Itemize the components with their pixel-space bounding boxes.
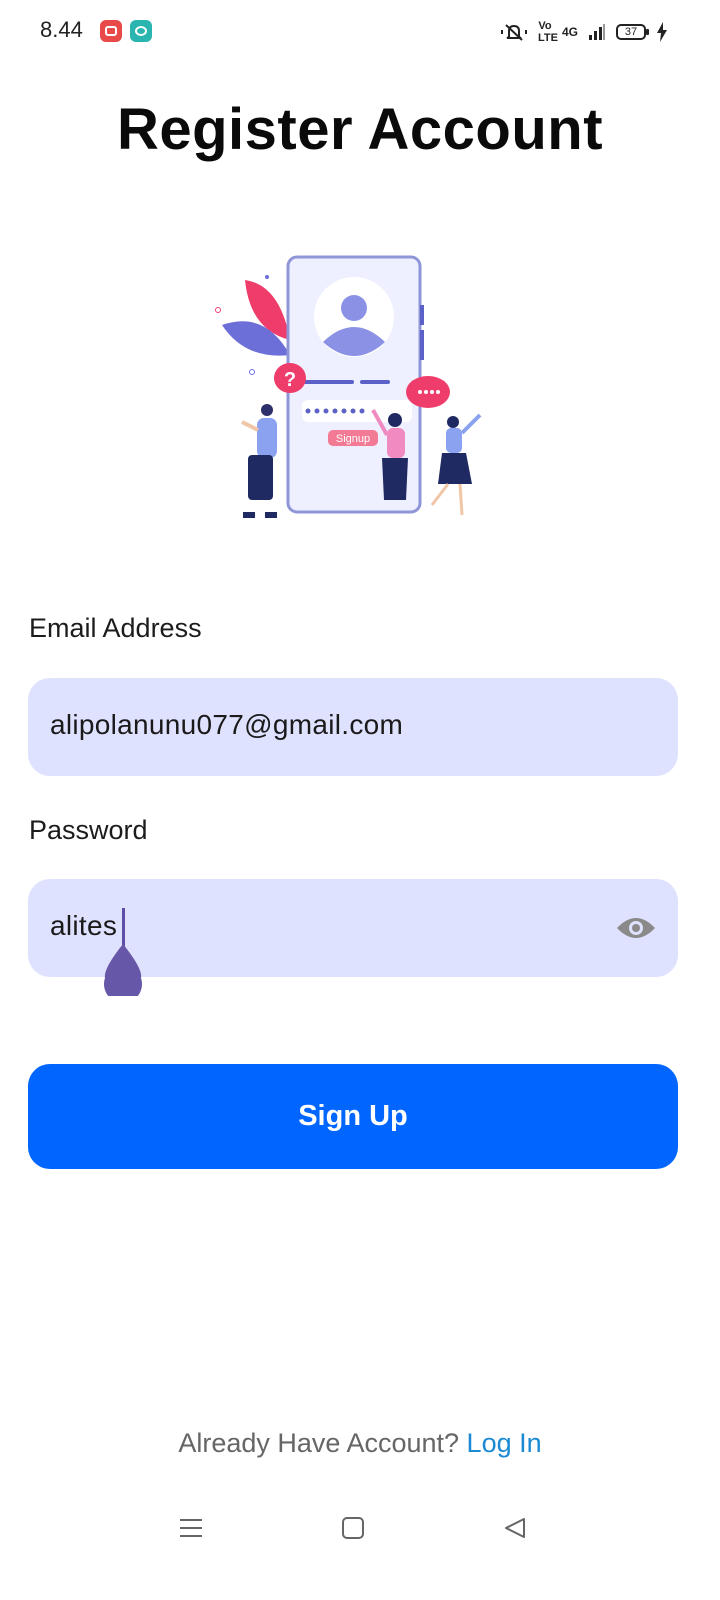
navigation-bar xyxy=(0,1500,720,1560)
home-icon[interactable] xyxy=(341,1516,365,1540)
signal-icon xyxy=(589,24,605,40)
charging-icon xyxy=(657,22,667,42)
password-value: alites xyxy=(50,910,118,941)
login-prompt: Already Have Account? Log In xyxy=(0,1428,720,1459)
menu-icon[interactable] xyxy=(179,1516,203,1540)
email-field[interactable]: alipolanunu077@gmail.com xyxy=(28,678,678,776)
battery-icon: 37 xyxy=(616,24,649,40)
signup-illustration: Signup ? xyxy=(215,255,482,518)
text-selection-handle[interactable] xyxy=(103,944,143,996)
mute-icon xyxy=(500,24,527,41)
email-label: Email Address xyxy=(29,613,202,643)
back-icon[interactable] xyxy=(503,1516,527,1540)
email-value: alipolanunu077@gmail.com xyxy=(50,709,404,740)
messenger-icon xyxy=(130,20,152,42)
sign-up-button[interactable]: Sign Up xyxy=(28,1064,678,1169)
illustration-signup-text: Signup xyxy=(336,433,370,445)
status-bar: 8.44 Vo LTE 4G 37 xyxy=(0,0,720,62)
network-type: 4G xyxy=(561,25,578,39)
page-title: Register Account xyxy=(116,97,604,162)
eye-icon[interactable] xyxy=(616,913,656,943)
login-link[interactable]: Log In xyxy=(467,1428,542,1458)
password-label: Password xyxy=(29,815,148,845)
status-time: 8.44 xyxy=(40,17,83,42)
volte-icon: Vo LTE xyxy=(537,20,558,44)
login-prompt-text: Already Have Account? xyxy=(178,1428,460,1458)
svg-text:?: ? xyxy=(284,369,296,391)
screen-recorder-icon xyxy=(100,20,122,42)
status-icons: Vo LTE 4G 37 xyxy=(500,20,668,44)
